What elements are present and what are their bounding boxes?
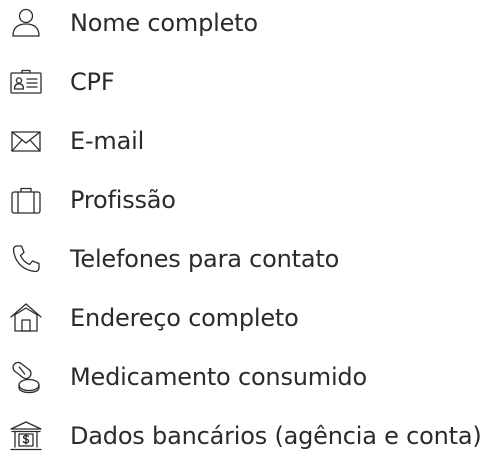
item-label: Endereço completo xyxy=(70,304,299,332)
house-icon xyxy=(8,300,44,336)
envelope-icon xyxy=(8,123,44,159)
user-icon xyxy=(8,5,44,41)
list-item-medication: Medicamento consumido xyxy=(0,357,490,397)
item-label: CPF xyxy=(70,68,115,96)
list-item-email: E-mail xyxy=(0,121,490,161)
phone-icon xyxy=(8,241,44,277)
list-item-profession: Profissão xyxy=(0,180,490,220)
bank-icon xyxy=(8,418,44,454)
id-card-icon xyxy=(8,64,44,100)
item-label: Nome completo xyxy=(70,9,258,37)
item-label: Dados bancários (agência e conta) xyxy=(70,422,482,450)
pills-icon xyxy=(8,359,44,395)
list-item-cpf: CPF xyxy=(0,62,490,102)
list-item-full-name: Nome completo xyxy=(0,3,490,43)
item-label: E-mail xyxy=(70,127,145,155)
list-item-address: Endereço completo xyxy=(0,298,490,338)
item-label: Medicamento consumido xyxy=(70,363,367,391)
list-item-bank-details: Dados bancários (agência e conta) xyxy=(0,416,490,456)
briefcase-icon xyxy=(8,182,44,218)
list-item-phones: Telefones para contato xyxy=(0,239,490,279)
item-label: Profissão xyxy=(70,186,176,214)
item-label: Telefones para contato xyxy=(70,245,340,273)
